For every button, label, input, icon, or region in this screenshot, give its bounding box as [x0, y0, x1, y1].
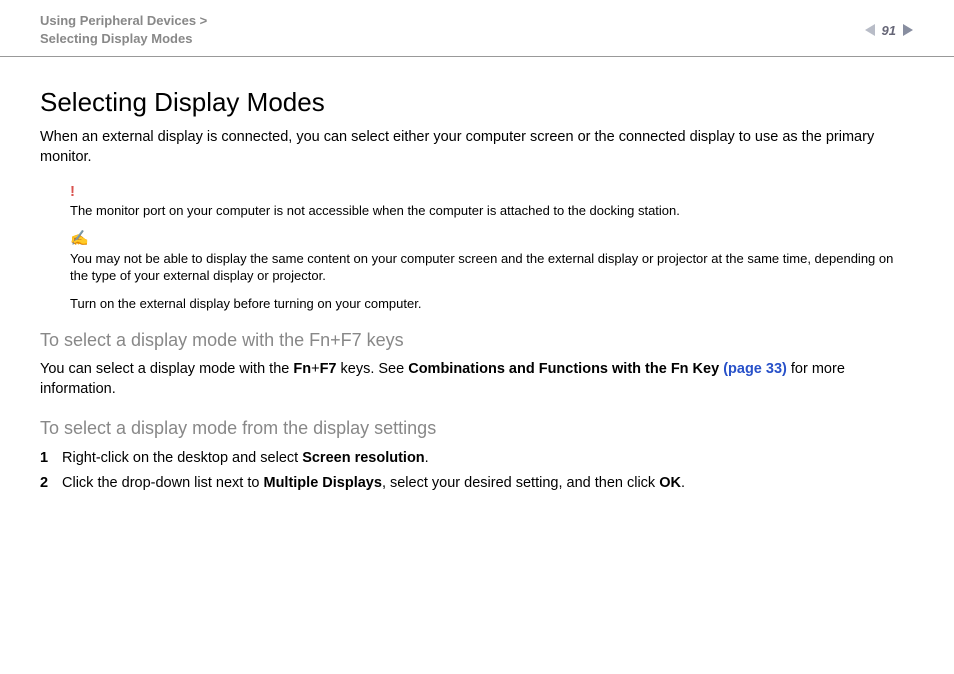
next-page-arrow-icon[interactable] [902, 23, 914, 37]
section1-body: You can select a display mode with the F… [40, 359, 914, 400]
s1-pre: You can select a display mode with the [40, 361, 293, 377]
page-header: Using Peripheral Devices > Selecting Dis… [0, 0, 954, 57]
step2-mid: , select your desired setting, and then … [382, 475, 659, 491]
s1-b2: F7 [320, 361, 337, 377]
info-text-p2: Turn on the external display before turn… [70, 295, 914, 313]
step2-post: . [681, 475, 685, 491]
page-content: Selecting Display Modes When an external… [0, 57, 954, 527]
page-33-link[interactable]: (page 33) [723, 361, 787, 377]
prev-page-arrow-icon[interactable] [864, 23, 876, 37]
step1-post: . [425, 450, 429, 466]
step2-b1: Multiple Displays [263, 475, 381, 491]
s1-mid: keys. See [336, 361, 408, 377]
s1-b3: Combinations and Functions with the Fn K… [408, 361, 723, 377]
page-title: Selecting Display Modes [40, 87, 914, 118]
step2-b2: OK [659, 475, 681, 491]
breadcrumb: Using Peripheral Devices > Selecting Dis… [40, 12, 207, 48]
step2-pre: Click the drop-down list next to [62, 475, 263, 491]
step-1: Right-click on the desktop and select Sc… [40, 447, 914, 470]
steps-list: Right-click on the desktop and select Sc… [40, 447, 914, 495]
pencil-icon: ✍ [70, 229, 914, 249]
info-note: ✍ You may not be able to display the sam… [70, 229, 914, 312]
page-navigation: 91 [864, 23, 914, 38]
step-2: Click the drop-down list next to Multipl… [40, 472, 914, 495]
breadcrumb-parent: Using Peripheral Devices > [40, 12, 207, 30]
section1-heading: To select a display mode with the Fn+F7 … [40, 330, 914, 351]
s1-b1: Fn [293, 361, 311, 377]
step1-bold: Screen resolution [302, 450, 424, 466]
warning-note: ! The monitor port on your computer is n… [70, 182, 914, 220]
warning-text: The monitor port on your computer is not… [70, 202, 914, 220]
warning-icon: ! [70, 182, 914, 202]
intro-text: When an external display is connected, y… [40, 128, 914, 167]
page-number: 91 [880, 23, 898, 38]
section2-heading: To select a display mode from the displa… [40, 418, 914, 439]
info-text-p1: You may not be able to display the same … [70, 250, 914, 285]
step1-pre: Right-click on the desktop and select [62, 450, 302, 466]
s1-plus: + [311, 361, 319, 377]
breadcrumb-current: Selecting Display Modes [40, 30, 207, 48]
